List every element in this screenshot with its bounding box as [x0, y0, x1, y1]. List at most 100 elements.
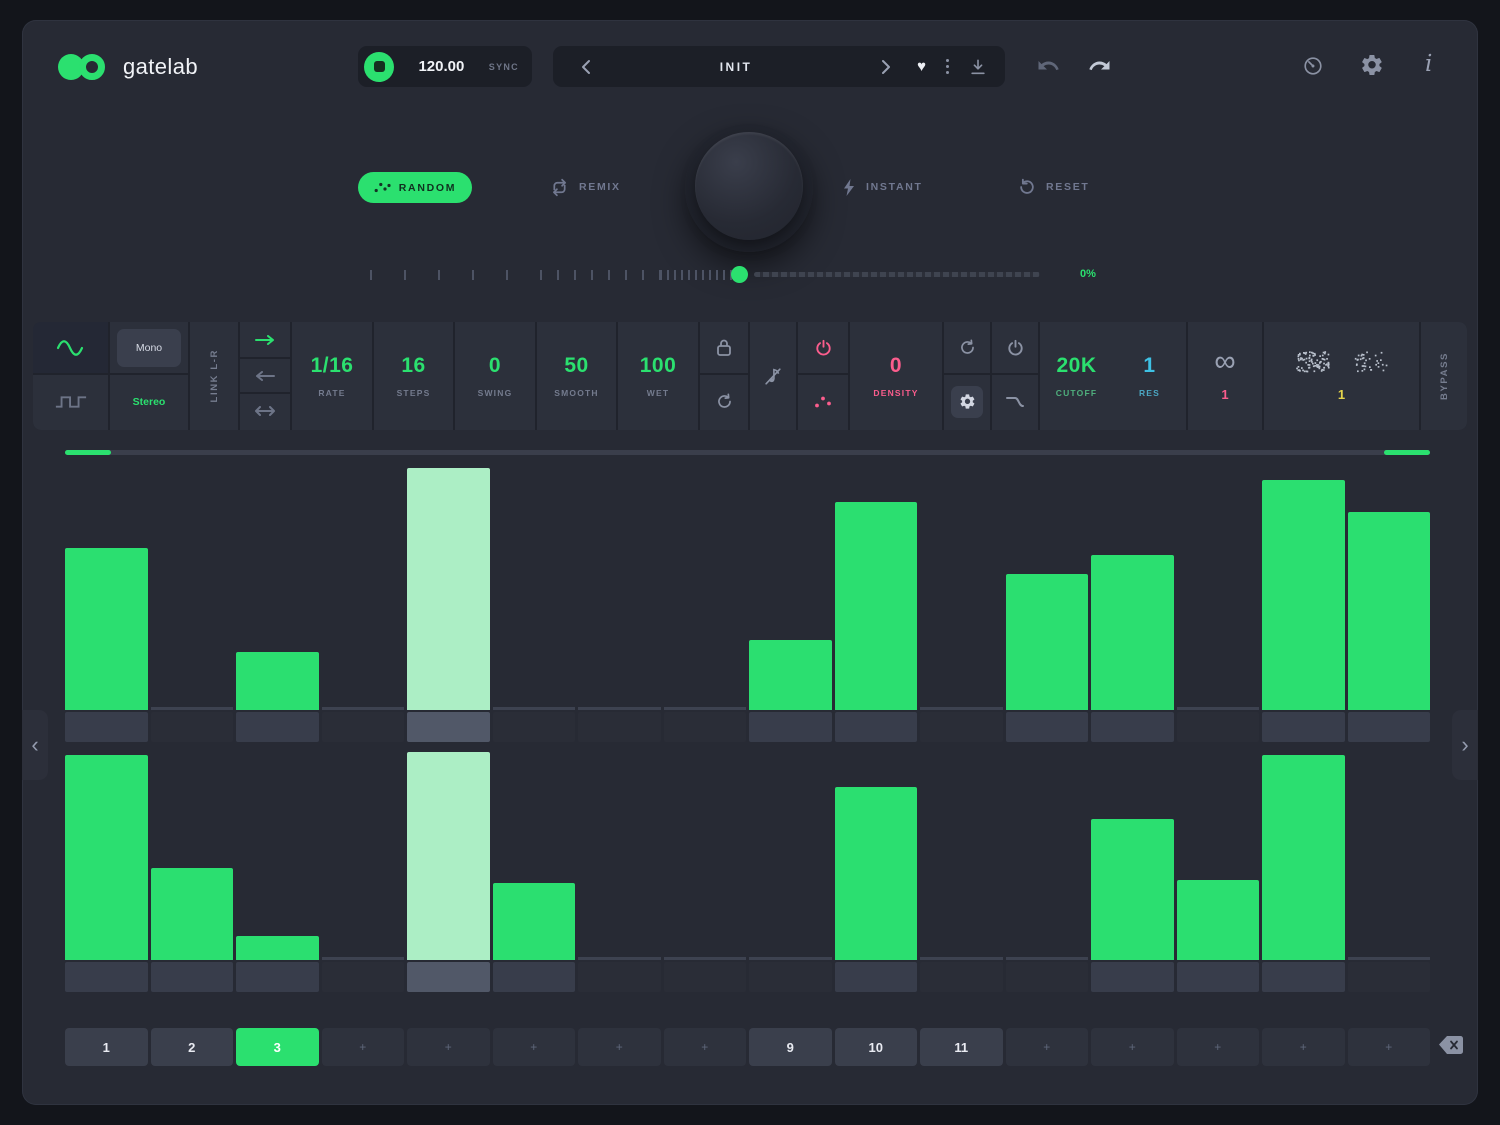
filter-refresh-button[interactable] [944, 322, 990, 375]
pattern-button-add-15[interactable]: + [1262, 1028, 1345, 1066]
direction-backward-button[interactable] [240, 357, 290, 392]
favorite-button[interactable]: ♥ [917, 58, 926, 75]
seq-step-r2-11[interactable] [920, 752, 1003, 960]
seq-slot-r1-4[interactable] [322, 712, 405, 742]
seq-step-r1-1[interactable] [65, 468, 148, 710]
undo-button[interactable] [1037, 56, 1061, 76]
seq-slot-r2-8[interactable] [664, 962, 747, 992]
seq-slot-r1-1[interactable] [65, 712, 148, 742]
lock-button[interactable] [700, 322, 748, 375]
seq-slot-r1-13[interactable] [1091, 712, 1174, 742]
link-lr-toggle[interactable]: LINK L-R [190, 322, 238, 430]
seq-slot-r2-6[interactable] [493, 962, 576, 992]
stereo-button[interactable]: Stereo [133, 396, 166, 408]
seq-step-r1-4[interactable] [322, 468, 405, 710]
redo-button[interactable] [1087, 56, 1111, 76]
pattern-button-add-16[interactable]: + [1348, 1028, 1431, 1066]
pattern-button-add-14[interactable]: + [1177, 1028, 1260, 1066]
seq-step-r2-15[interactable] [1262, 752, 1345, 960]
shape-cell[interactable]: ∞ 1 [1188, 322, 1262, 430]
pattern-button-add-7[interactable]: + [578, 1028, 661, 1066]
pattern-button-3[interactable]: 3 [236, 1028, 319, 1066]
page-prev-button[interactable]: ‹ [22, 710, 48, 780]
seq-step-r1-3[interactable] [236, 468, 319, 710]
swing-control[interactable]: 0 SWING [455, 322, 535, 430]
res-control[interactable]: 1 RES [1113, 354, 1186, 398]
filter-slope-button[interactable] [992, 375, 1038, 428]
preset-next-button[interactable] [871, 46, 901, 87]
pattern-button-1[interactable]: 1 [65, 1028, 148, 1066]
pattern-button-10[interactable]: 10 [835, 1028, 918, 1066]
seq-slot-r1-10[interactable] [835, 712, 918, 742]
seq-step-r2-7[interactable] [578, 752, 661, 960]
pattern-button-add-4[interactable]: + [322, 1028, 405, 1066]
seq-slot-r1-14[interactable] [1177, 712, 1260, 742]
seq-slot-r2-3[interactable] [236, 962, 319, 992]
seq-slot-r2-2[interactable] [151, 962, 234, 992]
cutoff-control[interactable]: 20K CUTOFF [1040, 354, 1113, 398]
seq-slot-r2-12[interactable] [1006, 962, 1089, 992]
pattern-button-add-12[interactable]: + [1006, 1028, 1089, 1066]
direction-pingpong-button[interactable] [240, 392, 290, 427]
texture-cell[interactable]: 1 [1264, 322, 1419, 430]
remix-button[interactable]: REMIX [550, 176, 621, 198]
square-wave-button[interactable] [33, 375, 108, 428]
seq-step-r1-14[interactable] [1177, 468, 1260, 710]
pattern-button-2[interactable]: 2 [151, 1028, 234, 1066]
direction-forward-button[interactable] [240, 322, 290, 357]
wet-control[interactable]: 100 WET [618, 322, 698, 430]
preset-name[interactable]: INIT [601, 60, 871, 74]
seq-step-r1-7[interactable] [578, 468, 661, 710]
seq-step-r1-5[interactable] [407, 468, 490, 710]
sine-wave-button[interactable] [33, 322, 108, 375]
seq-slot-r2-13[interactable] [1091, 962, 1174, 992]
pattern-button-add-6[interactable]: + [493, 1028, 576, 1066]
loop-start-handle[interactable] [65, 450, 111, 455]
pattern-button-add-5[interactable]: + [407, 1028, 490, 1066]
seq-slot-r2-1[interactable] [65, 962, 148, 992]
seq-slot-r1-9[interactable] [749, 712, 832, 742]
mute-note-toggle[interactable] [750, 322, 796, 430]
instant-button[interactable]: INSTANT [842, 176, 923, 198]
preset-prev-button[interactable] [571, 46, 601, 87]
seq-slot-r1-2[interactable] [151, 712, 234, 742]
seq-slot-r2-4[interactable] [322, 962, 405, 992]
seq-step-r1-9[interactable] [749, 468, 832, 710]
seq-step-r1-15[interactable] [1262, 468, 1345, 710]
midi-dial-button[interactable] [1302, 55, 1324, 77]
bypass-toggle[interactable]: BYPASS [1421, 322, 1467, 430]
seq-step-r1-13[interactable] [1091, 468, 1174, 710]
filter-power-button[interactable] [992, 322, 1038, 375]
seq-step-r2-4[interactable] [322, 752, 405, 960]
seq-slot-r2-10[interactable] [835, 962, 918, 992]
seq-step-r1-10[interactable] [835, 468, 918, 710]
seq-step-r2-16[interactable] [1348, 752, 1431, 960]
random-button[interactable]: RANDOM [358, 172, 472, 203]
seq-slot-r2-9[interactable] [749, 962, 832, 992]
seq-slot-r2-11[interactable] [920, 962, 1003, 992]
save-preset-button[interactable] [969, 58, 987, 76]
info-button[interactable]: i [1425, 51, 1432, 77]
seq-step-r1-6[interactable] [493, 468, 576, 710]
macro-slider-track[interactable] [754, 272, 1040, 277]
macro-knob[interactable] [695, 132, 803, 240]
seq-slot-r1-11[interactable] [920, 712, 1003, 742]
seq-step-r1-2[interactable] [151, 468, 234, 710]
seq-step-r2-5[interactable] [407, 752, 490, 960]
seq-step-r1-11[interactable] [920, 468, 1003, 710]
mono-button[interactable]: Mono [117, 329, 181, 367]
rate-control[interactable]: 1/16 RATE [292, 322, 372, 430]
seq-slot-r1-3[interactable] [236, 712, 319, 742]
seq-step-r1-8[interactable] [664, 468, 747, 710]
seq-slot-r1-6[interactable] [493, 712, 576, 742]
preset-menu-button[interactable] [946, 59, 949, 74]
macro-slider-handle[interactable] [731, 266, 748, 283]
seq-slot-r1-8[interactable] [664, 712, 747, 742]
filter-settings-button[interactable] [951, 386, 983, 418]
seq-slot-r2-7[interactable] [578, 962, 661, 992]
density-power-button[interactable] [798, 322, 848, 375]
reset-button[interactable]: RESET [1018, 176, 1090, 198]
seq-step-r2-1[interactable] [65, 752, 148, 960]
pattern-button-add-8[interactable]: + [664, 1028, 747, 1066]
seq-slot-r2-5[interactable] [407, 962, 490, 992]
